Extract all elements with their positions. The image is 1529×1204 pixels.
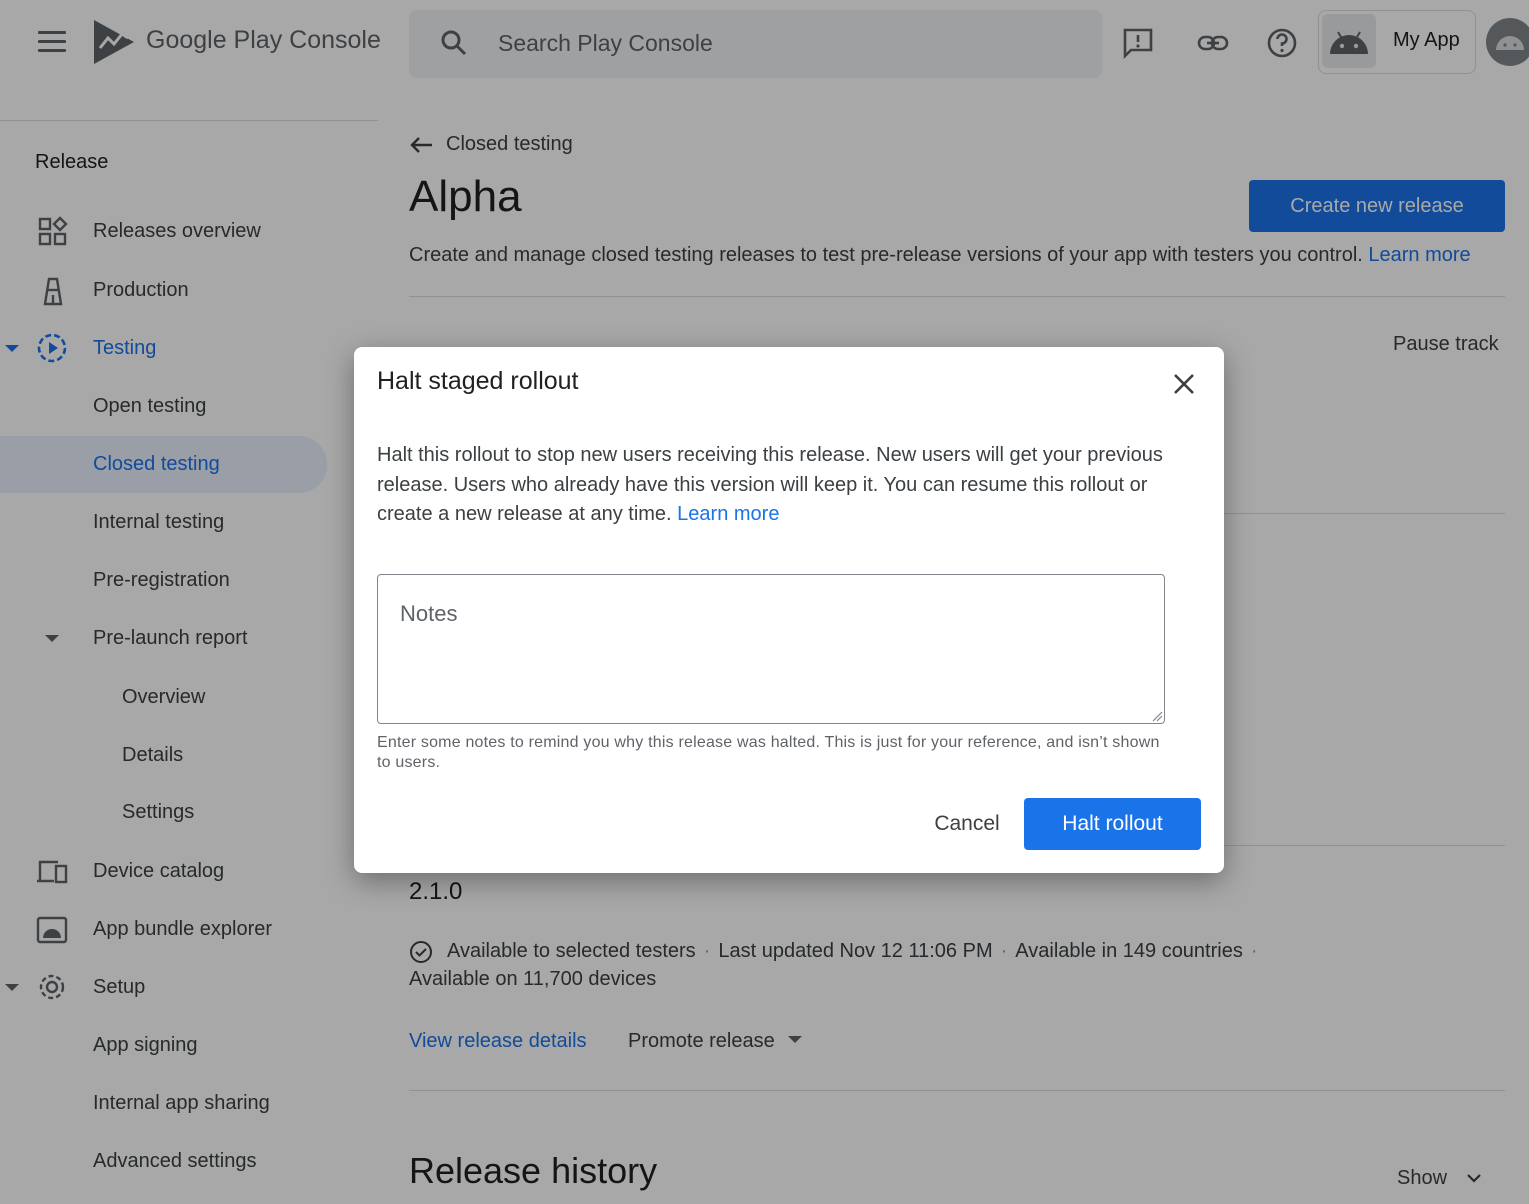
halt-rollout-button[interactable]: Halt rollout [1024,798,1201,850]
close-icon[interactable] [1169,369,1199,399]
notes-placeholder[interactable]: Notes [400,601,457,627]
halt-rollout-dialog: Halt staged rollout Halt this rollout to… [354,347,1224,873]
dialog-body: Halt this rollout to stop new users rece… [377,441,1167,530]
notes-helper-text: Enter some notes to remind you why this … [377,734,1160,771]
dialog-learn-more-link[interactable]: Learn more [677,503,779,525]
notes-textarea[interactable] [377,574,1165,724]
resize-handle-icon[interactable] [1151,710,1163,722]
dialog-title: Halt staged rollout [377,367,579,395]
cancel-button[interactable]: Cancel [917,798,1017,850]
